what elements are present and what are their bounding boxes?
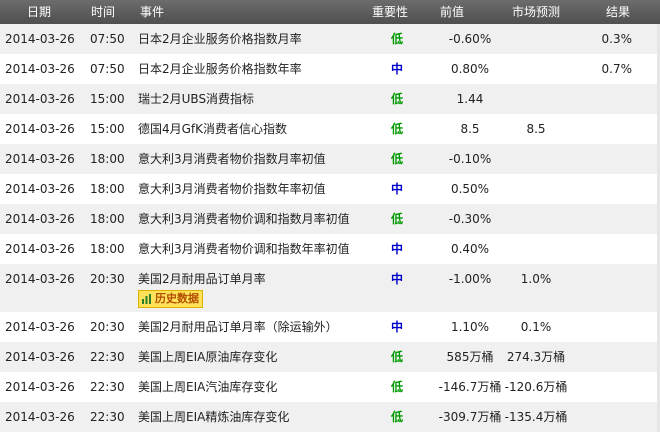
cell-date: 2014-03-26 <box>5 272 75 286</box>
cell-time: 07:50 <box>90 62 125 76</box>
cell-event: 意大利3月消费者物价调和指数月率初值 <box>138 212 350 226</box>
cell-time: 18:00 <box>90 242 125 256</box>
cell-forecast: 1.0% <box>520 272 552 286</box>
cell-importance: 中 <box>390 242 403 256</box>
table-row: 2014-03-26 07:50 日本2月企业服务价格指数年率 中 0.80% … <box>0 54 660 84</box>
cell-time: 18:00 <box>90 182 125 196</box>
cell-date: 2014-03-26 <box>5 122 75 136</box>
cell-previous: -0.30% <box>448 212 492 226</box>
cell-forecast: 274.3万桶 <box>506 350 566 364</box>
table-row: 2014-03-26 22:30 美国上周EIA原油库存变化 低 585万桶 2… <box>0 342 660 372</box>
table-row: 2014-03-26 18:00 意大利3月消费者物价指数月率初值 低 -0.1… <box>0 144 660 174</box>
cell-date: 2014-03-26 <box>5 182 75 196</box>
header-time: 时间 <box>91 5 116 19</box>
cell-date: 2014-03-26 <box>5 350 75 364</box>
header-forecast: 市场预测 <box>512 5 561 19</box>
cell-event: 意大利3月消费者物价指数年率初值 <box>138 182 326 196</box>
cell-time: 07:50 <box>90 32 125 46</box>
cell-previous: 0.50% <box>450 182 490 196</box>
table-row: 2014-03-26 20:30 美国2月耐用品订单月率（除运输外） 中 1.1… <box>0 312 660 342</box>
economic-calendar-table: 日期 时间 事件 重要性 前值 市场预测 结果 2014-03-26 07:50… <box>0 0 660 432</box>
cell-date: 2014-03-26 <box>5 92 75 106</box>
cell-date: 2014-03-26 <box>5 62 75 76</box>
table-row: 2014-03-26 22:30 美国上周EIA精炼油库存变化 低 -309.7… <box>0 402 660 432</box>
cell-importance: 低 <box>390 350 403 364</box>
cell-date: 2014-03-26 <box>5 380 75 394</box>
cell-previous: 0.40% <box>450 242 490 256</box>
cell-importance: 低 <box>390 380 403 394</box>
cell-event: 美国上周EIA原油库存变化 <box>138 350 278 364</box>
cell-event: 美国上周EIA汽油库存变化 <box>138 380 278 394</box>
table-row: 2014-03-26 18:00 意大利3月消费者物价指数年率初值 中 0.50… <box>0 174 660 204</box>
cell-date: 2014-03-26 <box>5 152 75 166</box>
table-header: 日期 时间 事件 重要性 前值 市场预测 结果 <box>0 0 660 24</box>
cell-previous: 1.44 <box>456 92 484 106</box>
cell-time: 18:00 <box>90 152 125 166</box>
cell-time: 18:00 <box>90 212 125 226</box>
cell-forecast: -135.4万桶 <box>504 410 568 424</box>
table-row: 2014-03-26 22:30 美国上周EIA汽油库存变化 低 -146.7万… <box>0 372 660 402</box>
cell-time: 22:30 <box>90 410 125 424</box>
cell-date: 2014-03-26 <box>5 242 75 256</box>
cell-previous: -0.10% <box>448 152 492 166</box>
bar-chart-icon <box>142 294 151 304</box>
table-body: 2014-03-26 07:50 日本2月企业服务价格指数月率 低 -0.60%… <box>0 24 660 432</box>
cell-time: 22:30 <box>90 380 125 394</box>
cell-importance: 中 <box>390 272 403 286</box>
cell-importance: 低 <box>390 92 403 106</box>
cell-time: 20:30 <box>90 272 125 286</box>
header-event: 事件 <box>140 5 165 19</box>
cell-importance: 低 <box>390 410 403 424</box>
header-previous: 前值 <box>440 5 465 19</box>
cell-time: 22:30 <box>90 350 125 364</box>
cell-time: 20:30 <box>90 320 125 334</box>
cell-importance: 低 <box>390 32 403 46</box>
cell-event: 日本2月企业服务价格指数年率 <box>138 62 302 76</box>
header-date: 日期 <box>27 5 52 19</box>
cell-importance: 低 <box>390 212 403 226</box>
cell-event: 德国4月GfK消费者信心指数 <box>138 122 288 136</box>
cell-date: 2014-03-26 <box>5 410 75 424</box>
cell-forecast: 0.1% <box>520 320 552 334</box>
table-row: 2014-03-26 15:00 德国4月GfK消费者信心指数 低 8.5 8.… <box>0 114 660 144</box>
cell-time: 15:00 <box>90 122 125 136</box>
history-data-label: 历史数据 <box>155 292 199 305</box>
cell-date: 2014-03-26 <box>5 32 75 46</box>
cell-event: 意大利3月消费者物价指数月率初值 <box>138 152 326 166</box>
cell-actual: 0.7% <box>601 62 633 76</box>
header-importance: 重要性 <box>372 5 409 19</box>
cell-forecast: -120.6万桶 <box>504 380 568 394</box>
cell-previous: -0.60% <box>448 32 492 46</box>
cell-event: 美国2月耐用品订单月率（除运输外） <box>138 320 338 334</box>
cell-time: 15:00 <box>90 92 125 106</box>
cell-importance: 低 <box>390 152 403 166</box>
table-row: 2014-03-26 07:50 日本2月企业服务价格指数月率 低 -0.60%… <box>0 24 660 54</box>
cell-event: 美国上周EIA精炼油库存变化 <box>138 410 290 424</box>
cell-importance: 中 <box>390 320 403 334</box>
cell-date: 2014-03-26 <box>5 320 75 334</box>
cell-event: 瑞士2月UBS消费指标 <box>138 92 255 106</box>
cell-previous: 0.80% <box>450 62 490 76</box>
table-row: 2014-03-26 15:00 瑞士2月UBS消费指标 低 1.44 <box>0 84 660 114</box>
cell-actual: 0.3% <box>601 32 633 46</box>
table-row: 2014-03-26 18:00 意大利3月消费者物价调和指数月率初值 低 -0… <box>0 204 660 234</box>
table-row: 2014-03-26 20:30 美国2月耐用品订单月率 中 -1.00% 1.… <box>0 264 660 312</box>
cell-event: 日本2月企业服务价格指数月率 <box>138 32 302 46</box>
cell-event: 意大利3月消费者物价调和指数年率初值 <box>138 242 350 256</box>
header-actual: 结果 <box>606 5 631 19</box>
cell-importance: 低 <box>390 122 403 136</box>
history-data-button[interactable]: 历史数据 <box>138 290 203 308</box>
cell-date: 2014-03-26 <box>5 212 75 226</box>
cell-forecast: 8.5 <box>526 122 546 136</box>
table-row: 2014-03-26 18:00 意大利3月消费者物价调和指数年率初值 中 0.… <box>0 234 660 264</box>
cell-importance: 中 <box>390 62 403 76</box>
cell-importance: 中 <box>390 182 403 196</box>
